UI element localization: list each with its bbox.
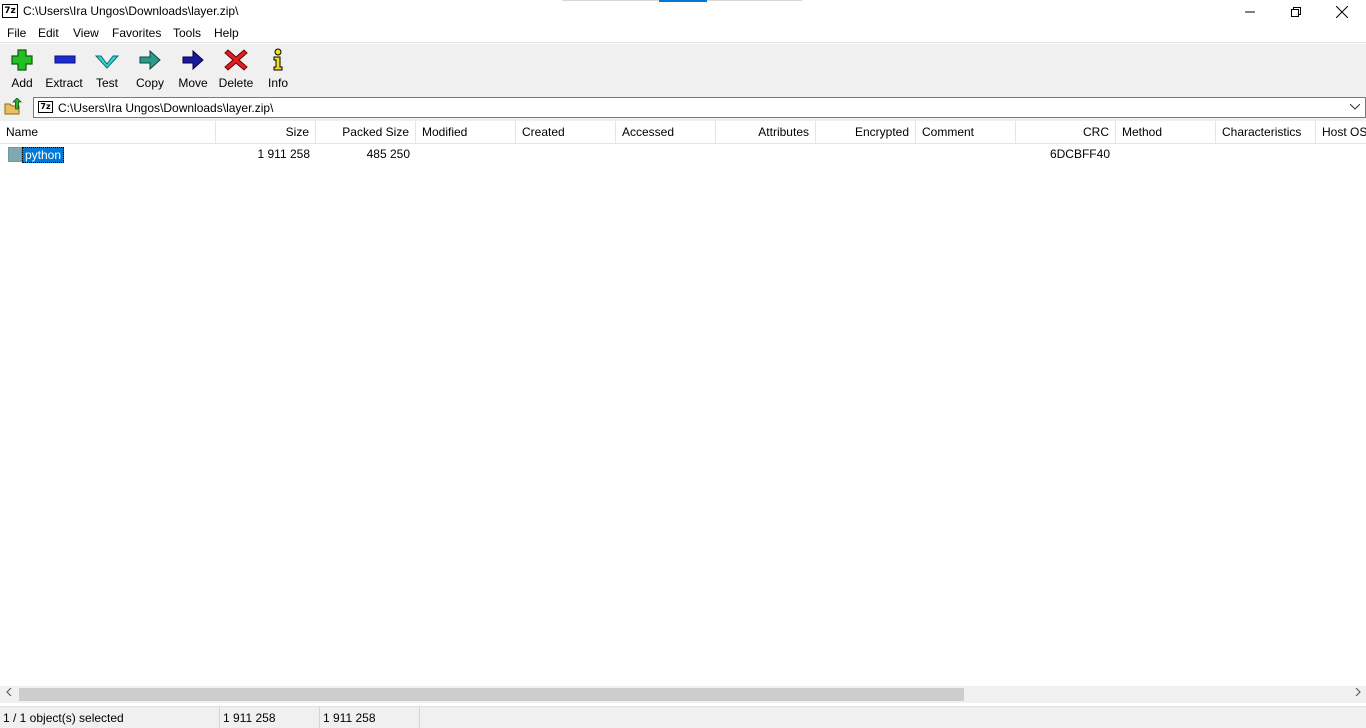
status-bar: 1 / 1 object(s) selected 1 911 258 1 911… <box>0 706 1366 728</box>
column-header-name[interactable]: Name <box>0 121 216 144</box>
column-header-host-os[interactable]: Host OS <box>1316 121 1366 144</box>
row-name[interactable]: python <box>22 147 65 163</box>
row-packed-size: 485 250 <box>366 147 410 161</box>
folder-icon <box>8 147 22 162</box>
status-size-total: 1 911 258 <box>320 707 420 728</box>
column-header-created[interactable]: Created <box>516 121 616 144</box>
menu-file[interactable]: File <box>7 26 26 40</box>
address-bar: 7z C:\Users\Ira Ungos\Downloads\layer.zi… <box>0 94 1366 121</box>
extract-label: Extract <box>45 76 83 90</box>
minus-icon <box>54 55 76 64</box>
move-arrow-icon <box>182 49 204 71</box>
chevron-right-icon <box>1355 687 1361 697</box>
title-accent-highlight <box>659 0 707 2</box>
close-icon <box>1336 5 1348 18</box>
column-header-accessed[interactable]: Accessed <box>616 121 716 144</box>
column-header-modified[interactable]: Modified <box>416 121 516 144</box>
column-header-characteristics[interactable]: Characteristics <box>1216 121 1316 144</box>
column-header-encrypted[interactable]: Encrypted <box>816 121 916 144</box>
copy-label: Copy <box>135 76 164 90</box>
chevron-down-icon <box>1349 103 1361 110</box>
column-header-attributes[interactable]: Attributes <box>716 121 816 144</box>
scroll-right-button[interactable] <box>1349 686 1366 703</box>
menu-tools[interactable]: Tools <box>173 26 201 40</box>
copy-button[interactable]: Copy <box>128 48 172 92</box>
close-button[interactable] <box>1319 0 1365 23</box>
list-header: Name Size Packed Size Modified Created A… <box>0 121 1366 144</box>
window-title: C:\Users\Ira Ungos\Downloads\layer.zip\ <box>23 4 239 18</box>
info-button[interactable]: Info <box>256 48 300 92</box>
scroll-left-button[interactable] <box>0 686 17 703</box>
row-crc: 6DCBFF40 <box>1049 147 1110 161</box>
plus-icon <box>11 49 33 71</box>
column-header-crc[interactable]: CRC <box>1016 121 1116 144</box>
delete-label: Delete <box>218 76 254 90</box>
menu-favorites[interactable]: Favorites <box>112 26 161 40</box>
row-size: 1 911 258 <box>257 147 311 161</box>
up-folder-icon <box>4 97 22 115</box>
app-icon: 7z <box>2 4 18 18</box>
restore-button[interactable] <box>1273 0 1319 23</box>
title-bar: 7z C:\Users\Ira Ungos\Downloads\layer.zi… <box>0 0 1366 23</box>
menu-bar: File Edit View Favorites Tools Help <box>0 23 1366 43</box>
move-button[interactable]: Move <box>171 48 215 92</box>
delete-x-icon <box>224 49 248 71</box>
column-header-size[interactable]: Size <box>216 121 316 144</box>
extract-button[interactable]: Extract <box>42 48 86 92</box>
checkmark-icon <box>95 55 119 69</box>
minimize-icon <box>1245 11 1255 12</box>
status-size-selected: 1 911 258 <box>220 707 320 728</box>
move-label: Move <box>178 76 208 90</box>
column-header-packed-size[interactable]: Packed Size <box>316 121 416 144</box>
restore-icon <box>1291 6 1301 17</box>
menu-help[interactable]: Help <box>214 26 239 40</box>
minimize-button[interactable] <box>1227 0 1273 23</box>
menu-view[interactable]: View <box>73 26 99 40</box>
menu-edit[interactable]: Edit <box>38 26 59 40</box>
archive-icon: 7z <box>38 101 53 113</box>
add-label: Add <box>11 76 33 90</box>
column-header-method[interactable]: Method <box>1116 121 1216 144</box>
address-path: C:\Users\Ira Ungos\Downloads\layer.zip\ <box>58 101 274 115</box>
chevron-left-icon <box>5 687 11 697</box>
up-folder-button[interactable] <box>4 97 22 116</box>
toolbar: Add Extract Test Copy Move Delete Info <box>0 44 1366 94</box>
delete-button[interactable]: Delete <box>214 48 258 92</box>
scrollbar-thumb[interactable] <box>19 688 964 701</box>
horizontal-scrollbar[interactable] <box>0 686 1366 703</box>
address-input[interactable]: 7z C:\Users\Ira Ungos\Downloads\layer.zi… <box>33 97 1366 118</box>
test-label: Test <box>95 76 118 90</box>
status-selection: 1 / 1 object(s) selected <box>0 707 220 728</box>
info-label: Info <box>267 76 288 90</box>
test-button[interactable]: Test <box>85 48 129 92</box>
address-dropdown-button[interactable] <box>1347 99 1363 117</box>
copy-arrow-icon <box>139 49 161 71</box>
table-row[interactable]: 1 911 258 485 250 6DCBFF40 <box>0 145 1366 164</box>
info-icon <box>273 48 283 71</box>
column-header-comment[interactable]: Comment <box>916 121 1016 144</box>
add-button[interactable]: Add <box>0 48 44 92</box>
